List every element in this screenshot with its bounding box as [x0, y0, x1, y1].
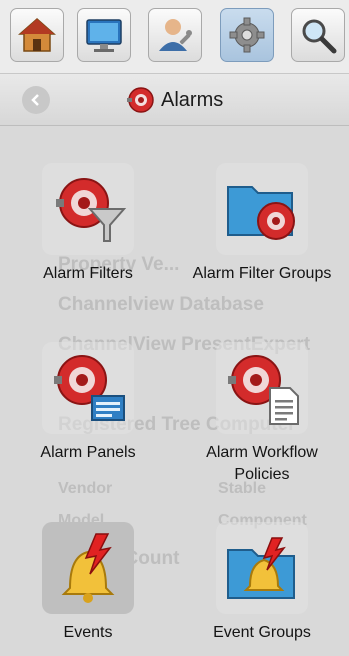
- tile-icon-box: [42, 163, 134, 255]
- user-settings-button[interactable]: [148, 8, 202, 62]
- user-wrench-icon: [159, 19, 192, 51]
- alarm-workflow-icon: [228, 355, 299, 425]
- tile-icon-box: [216, 342, 308, 434]
- tile-events[interactable]: Events: [8, 522, 168, 644]
- chevron-left-icon: [31, 94, 39, 106]
- tile-alarm-panels[interactable]: Alarm Panels: [8, 342, 168, 464]
- settings-button[interactable]: [220, 8, 274, 62]
- tile-label: Events: [63, 624, 113, 641]
- ghost-text: Vendor: [58, 480, 113, 497]
- gear-icon: [229, 17, 265, 53]
- ghost-text: Channelview Database: [58, 294, 264, 315]
- page-header: Alarms: [0, 74, 349, 126]
- tile-label: Event Groups: [213, 624, 311, 641]
- tile-label: Alarm Panels: [40, 444, 136, 461]
- monitor-icon: [86, 19, 122, 52]
- event-group-icon: [227, 537, 295, 599]
- tile-alarm-workflow-policies[interactable]: Alarm Workflow Policies: [182, 342, 342, 486]
- alarm-filter-group-icon: [227, 186, 295, 240]
- events-bell-icon: [61, 533, 115, 603]
- tile-label: Alarm Filter Groups: [192, 265, 332, 282]
- tile-icon-box: [42, 522, 134, 614]
- alarm-filter-icon: [56, 178, 127, 242]
- header-title-group: Alarms: [125, 84, 223, 116]
- page-title: Alarms: [161, 88, 224, 111]
- tile-icon-box: [42, 342, 134, 434]
- tile-alarm-filter-groups[interactable]: Alarm Filter Groups: [182, 163, 342, 285]
- search-button[interactable]: [291, 8, 345, 62]
- tile-alarm-filters[interactable]: Alarm Filters: [8, 163, 168, 285]
- monitor-button[interactable]: [77, 8, 131, 62]
- alarm-bell-icon: [127, 87, 154, 113]
- home-icon: [18, 17, 56, 52]
- tile-label: Alarm Filters: [43, 265, 133, 282]
- tile-event-groups[interactable]: Event Groups: [182, 522, 342, 644]
- top-toolbar: [0, 0, 349, 74]
- tile-icon-box: [216, 163, 308, 255]
- search-icon: [302, 19, 337, 54]
- home-button[interactable]: [10, 8, 64, 62]
- back-button[interactable]: [22, 86, 50, 114]
- tile-icon-box: [216, 522, 308, 614]
- alarm-panel-icon: [54, 355, 125, 421]
- tile-label: Alarm Workflow Policies: [206, 444, 318, 483]
